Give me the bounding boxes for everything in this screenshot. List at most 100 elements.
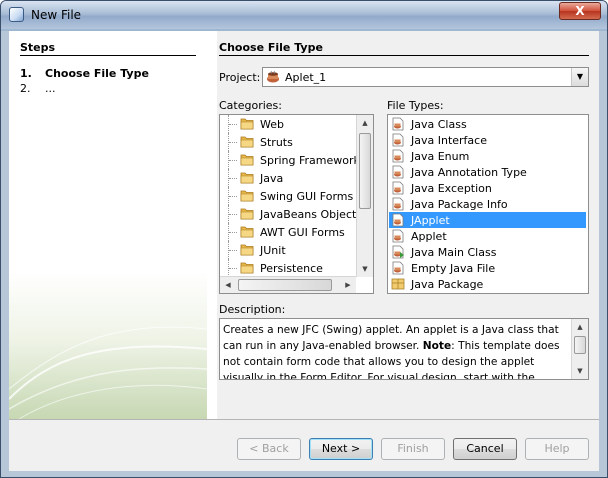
file-type-item[interactable]: Java Package Info (389, 196, 586, 212)
title-bar[interactable]: New File X (1, 1, 607, 29)
tree-item-label: Web (260, 118, 284, 131)
file-type-item[interactable]: Java Package (389, 276, 586, 292)
java-file-icon (392, 165, 404, 179)
java-file-icon (392, 261, 404, 275)
title-divider (219, 55, 589, 56)
page-title: Choose File Type (219, 41, 323, 54)
file-type-label: Java Enum (411, 150, 470, 163)
tree-item-label: Struts (260, 136, 293, 149)
file-type-label: Java Main Class (411, 246, 497, 259)
file-type-item[interactable]: Java Exception (389, 180, 586, 196)
file-type-item[interactable]: Applet (389, 228, 586, 244)
categories-tree[interactable]: Web Struts Spring Framework Java Swing GUI F… (219, 114, 374, 294)
categories-horizontal-scrollbar[interactable]: ◀ ▶ (220, 276, 356, 293)
tree-item[interactable]: Struts (220, 133, 354, 151)
folder-icon (240, 244, 254, 256)
description-box: Creates a new JFC (Swing) applet. An app… (219, 318, 589, 380)
project-label: Project: (219, 71, 261, 84)
java-file-icon (392, 213, 404, 227)
description-label: Description: (219, 303, 286, 316)
tree-guide (228, 169, 238, 187)
tree-item[interactable]: Web (220, 115, 354, 133)
file-type-item[interactable]: Java Class (389, 116, 586, 132)
coffee-cup-icon (267, 70, 279, 83)
description-text: Creates a new JFC (Swing) applet. An app… (223, 324, 560, 380)
step-number: 2. (20, 82, 31, 95)
tree-item[interactable]: Java (220, 169, 354, 187)
java-file-icon (392, 181, 404, 195)
java-file-icon (392, 117, 404, 131)
tree-guide (228, 187, 238, 205)
scroll-left-icon[interactable]: ◀ (220, 277, 236, 293)
file-type-item[interactable]: Java Annotation Type (389, 164, 586, 180)
window-title: New File (31, 8, 82, 22)
tree-item[interactable]: Spring Framework (220, 151, 360, 169)
close-button[interactable]: X (559, 2, 601, 20)
file-type-item[interactable]: Empty Java File (389, 260, 586, 276)
step-2: 2.... (20, 82, 200, 95)
scroll-thumb[interactable] (359, 133, 371, 209)
description-scrollbar[interactable]: ▲ ▼ (571, 319, 588, 379)
next-button[interactable]: Next > (309, 438, 373, 460)
tree-guide (228, 259, 238, 277)
help-button[interactable]: Help (525, 438, 589, 460)
folder-icon (240, 154, 254, 166)
steps-panel: Steps 1. Choose File Type 2.... (9, 31, 207, 419)
tree-guide (228, 133, 238, 151)
tree-guide (228, 241, 238, 259)
package-icon (391, 278, 405, 290)
step-number: 1. (20, 67, 32, 80)
file-types-label: File Types: (387, 99, 444, 112)
file-type-label: Java Package Info (411, 198, 508, 211)
categories-vertical-scrollbar[interactable]: ▲ ▼ (356, 115, 373, 277)
tree-item[interactable]: Persistence (220, 259, 354, 277)
file-types-list[interactable]: Java Class Java Interface Java Enum Java An… (387, 114, 589, 294)
steps-divider (20, 55, 196, 56)
step-1: 1. Choose File Type (20, 67, 200, 80)
back-button[interactable]: < Back (237, 438, 301, 460)
file-type-label: Java Exception (411, 182, 492, 195)
tree-item-label: JavaBeans Objects (260, 208, 363, 221)
scroll-thumb[interactable] (574, 336, 586, 354)
java-file-icon (392, 133, 404, 147)
tree-item[interactable]: AWT GUI Forms (220, 223, 354, 241)
file-type-item[interactable]: JApplet (389, 212, 586, 228)
tree-guide (228, 115, 238, 133)
file-type-item[interactable]: Java Enum (389, 148, 586, 164)
dialog-body: Steps 1. Choose File Type 2.... Choose Fi… (9, 31, 599, 471)
chevron-down-icon[interactable]: ▼ (571, 68, 588, 86)
java-file-icon (392, 229, 404, 243)
scroll-down-icon[interactable]: ▼ (357, 261, 373, 277)
categories-label: Categories: (219, 99, 282, 112)
step-label: Choose File Type (45, 67, 149, 80)
scroll-thumb[interactable] (238, 279, 332, 291)
tree-item-label: Spring Framework (260, 154, 360, 167)
scroll-down-icon[interactable]: ▼ (572, 363, 588, 379)
tree-guide (228, 205, 238, 223)
tree-item[interactable]: Swing GUI Forms (220, 187, 354, 205)
folder-icon (240, 136, 254, 148)
java-file-icon (392, 197, 404, 211)
file-type-label: Java Class (411, 118, 467, 131)
file-type-label: Java Package (411, 278, 484, 291)
scroll-up-icon[interactable]: ▲ (357, 115, 373, 131)
file-type-label: Java Annotation Type (411, 166, 527, 179)
tree-item[interactable]: JavaBeans Objects (220, 205, 362, 223)
cancel-button[interactable]: Cancel (453, 438, 517, 460)
tree-item-label: AWT GUI Forms (260, 226, 345, 239)
project-dropdown[interactable]: Aplet_1 ▼ (262, 67, 589, 87)
tree-item[interactable]: JUnit (220, 241, 354, 259)
window-icon (9, 7, 24, 22)
folder-icon (240, 190, 254, 202)
file-type-label: Empty Java File (411, 262, 496, 275)
file-type-item[interactable]: Java Main Class (389, 244, 586, 260)
finish-button[interactable]: Finish (381, 438, 445, 460)
scroll-right-icon[interactable]: ▶ (340, 277, 356, 293)
step-label: ... (45, 82, 56, 95)
file-type-item[interactable]: Java Interface (389, 132, 586, 148)
folder-icon (240, 172, 254, 184)
scroll-up-icon[interactable]: ▲ (572, 319, 588, 335)
folder-icon (240, 226, 254, 238)
decorative-swirl (9, 326, 207, 419)
java-file-icon (392, 245, 404, 259)
